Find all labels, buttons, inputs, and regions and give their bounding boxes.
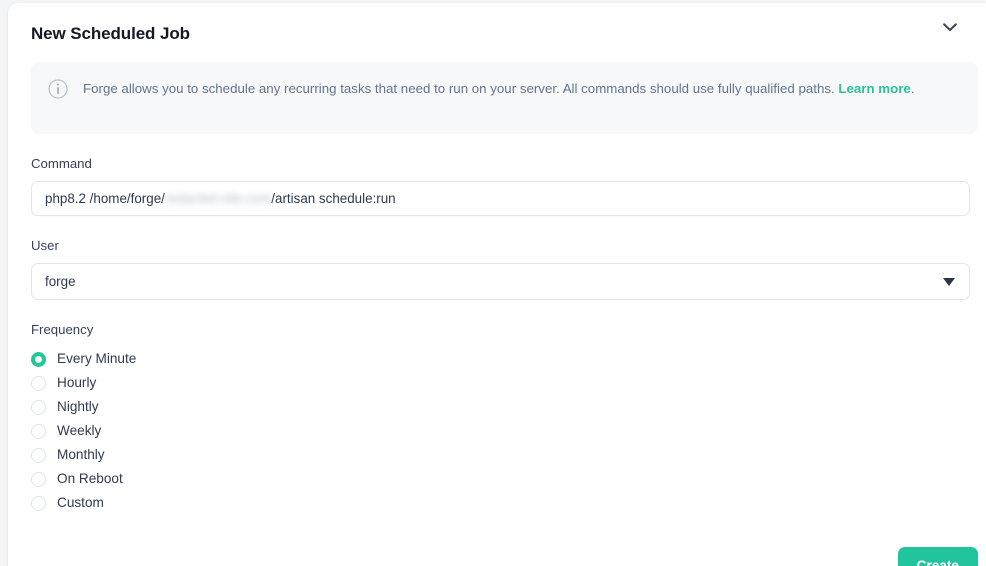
frequency-option-custom[interactable]: Custom xyxy=(31,491,978,515)
learn-more-link[interactable]: Learn more xyxy=(838,81,910,96)
radio-icon xyxy=(31,351,46,367)
info-text-trailing: . xyxy=(910,81,915,96)
frequency-option-hourly[interactable]: Hourly xyxy=(31,371,978,395)
card-footer: Create xyxy=(8,515,986,566)
new-scheduled-job-card: New Scheduled Job Forge allows you to sc… xyxy=(8,3,986,566)
radio-icon xyxy=(31,471,46,487)
page-root: New Scheduled Job Forge allows you to sc… xyxy=(0,0,986,566)
info-text-main: Forge allows you to schedule any recurri… xyxy=(83,81,839,96)
frequency-option-label: Hourly xyxy=(57,375,97,390)
frequency-field-group: Frequency Every Minute Hourly Nightly We… xyxy=(31,321,978,515)
chevron-down-icon xyxy=(943,23,957,32)
frequency-option-on-reboot[interactable]: On Reboot xyxy=(31,467,978,491)
frequency-option-monthly[interactable]: Monthly xyxy=(31,443,978,467)
frequency-option-label: Monthly xyxy=(57,447,105,462)
frequency-option-label: Custom xyxy=(57,495,104,510)
radio-icon xyxy=(31,447,46,463)
user-field-group: User forge xyxy=(31,237,978,300)
collapse-panel-button[interactable] xyxy=(937,19,963,36)
frequency-option-every-minute[interactable]: Every Minute xyxy=(31,347,978,371)
user-label: User xyxy=(31,238,59,253)
command-label: Command xyxy=(31,156,92,171)
frequency-label: Frequency xyxy=(31,322,94,337)
info-circle-icon xyxy=(48,79,68,99)
frequency-option-nightly[interactable]: Nightly xyxy=(31,395,978,419)
scheduled-job-form: Command php8.2 /home/forge/redacted-site… xyxy=(8,155,986,515)
command-input-wrapper: php8.2 /home/forge/redacted-site.com/art… xyxy=(31,181,970,216)
info-banner-text: Forge allows you to schedule any recurri… xyxy=(83,78,915,99)
command-value-prefix: php8.2 /home/forge/ xyxy=(45,191,165,206)
frequency-option-label: Every Minute xyxy=(57,351,137,366)
command-value-suffix: /artisan schedule:run xyxy=(271,191,396,206)
command-value-redacted: redacted-site.com xyxy=(164,191,272,206)
frequency-option-label: Nightly xyxy=(57,399,99,414)
frequency-option-label: Weekly xyxy=(57,423,102,438)
frequency-radio-group: Every Minute Hourly Nightly Weekly Month… xyxy=(31,347,978,515)
user-select-value: forge xyxy=(45,274,76,289)
radio-icon xyxy=(31,495,46,511)
page-title: New Scheduled Job xyxy=(31,24,190,43)
info-banner: Forge allows you to schedule any recurri… xyxy=(31,62,978,134)
frequency-option-weekly[interactable]: Weekly xyxy=(31,419,978,443)
command-input[interactable]: php8.2 /home/forge/redacted-site.com/art… xyxy=(31,181,970,216)
radio-icon xyxy=(31,423,46,439)
frequency-option-label: On Reboot xyxy=(57,471,123,486)
user-select[interactable]: forge xyxy=(31,263,970,300)
radio-icon xyxy=(31,375,46,391)
user-select-wrapper: forge xyxy=(31,263,970,300)
card-header: New Scheduled Job xyxy=(8,3,986,46)
command-field-group: Command php8.2 /home/forge/redacted-site… xyxy=(31,155,978,216)
create-button[interactable]: Create xyxy=(897,547,978,566)
radio-icon xyxy=(31,399,46,415)
